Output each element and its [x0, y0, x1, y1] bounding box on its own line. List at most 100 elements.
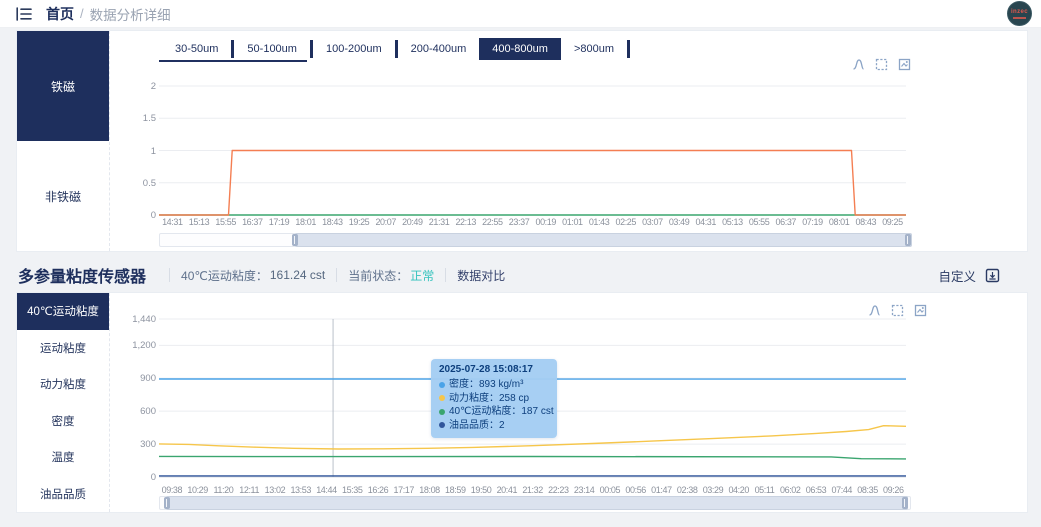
tab-200-400um[interactable]: 200-400um: [398, 38, 480, 60]
datazoom-handle-left[interactable]: [164, 497, 170, 509]
save-image-icon[interactable]: [898, 58, 911, 71]
viscosity-chart-area: 1,440 1,200 900 600 300 0 09:38 10:29 11:20 12:1…: [110, 293, 1027, 512]
chart-toolbox: [868, 304, 927, 317]
x-tick-label: 00:05: [599, 485, 621, 495]
chart-toolbox: [852, 58, 911, 71]
viscosity-40c-dot: [439, 408, 445, 415]
datazoom-slider[interactable]: [159, 233, 912, 247]
tooltip-row: 密度： 893 kg/m³: [439, 378, 549, 392]
sidebar-item-nonferromagnetic[interactable]: 非铁磁: [17, 141, 109, 251]
viscosity-label: 40℃运动粘度：: [181, 268, 268, 283]
y-tick-label: 0.5: [142, 177, 156, 189]
x-tick-label: 00:19: [535, 217, 556, 227]
y-tick-label: 2: [150, 81, 156, 92]
x-tick-label: 17:19: [268, 217, 290, 227]
x-tick-label: 18:01: [295, 217, 316, 227]
sensor-section-header: 多参量粘度传感器 40℃运动粘度： 161.24 cst 当前状态： 正常 数据…: [16, 262, 1028, 288]
user-avatar[interactable]: inzec: [1007, 1, 1032, 26]
x-tick-label: 09:38: [161, 485, 183, 495]
menu-fold-icon[interactable]: [16, 6, 32, 21]
data-compare-link[interactable]: 数据对比: [457, 267, 505, 284]
y-tick-label: 1,200: [132, 340, 156, 352]
x-tick-label: 05:55: [748, 217, 770, 227]
density-dot: [439, 381, 445, 388]
tab-30-50um[interactable]: 30-50um: [162, 38, 231, 60]
x-tick-label: 08:35: [857, 485, 878, 495]
x-tick-label: 20:49: [402, 217, 423, 227]
curve-icon[interactable]: [852, 58, 865, 71]
box-select-icon[interactable]: [875, 58, 888, 71]
avatar-text: inzec: [1010, 8, 1028, 15]
x-tick-label: 12:11: [239, 485, 260, 495]
chart-tooltip: 2025-07-28 15:08:17 密度： 893 kg/m³ 动力粘度： 25…: [431, 359, 557, 438]
sidebar-item-oil-quality[interactable]: 油品品质: [17, 475, 109, 512]
divider: [336, 268, 338, 282]
datazoom-window[interactable]: [295, 233, 912, 247]
y-tick-label: 900: [140, 373, 156, 385]
x-tick-label: 18:59: [445, 485, 466, 495]
x-tick-label: 06:02: [779, 485, 801, 495]
tooltip-row: 油品品质： 2: [439, 419, 549, 433]
particle-chart-area: 30-50um 50-100um 100-200um 200-400um 400…: [110, 31, 1027, 251]
datazoom-window[interactable]: [166, 496, 908, 510]
x-tick-label: 19:25: [348, 217, 370, 227]
tab-gt800um[interactable]: >800um: [561, 38, 627, 60]
x-tick-label: 23:37: [508, 217, 530, 227]
breadcrumb-separator: /: [80, 6, 84, 21]
curve-icon[interactable]: [868, 304, 881, 317]
x-tick-label: 21:32: [522, 485, 543, 495]
sidebar-item-density[interactable]: 密度: [17, 402, 109, 439]
breadcrumb-home[interactable]: 首页: [46, 4, 74, 24]
custom-label: 自定义: [938, 269, 976, 284]
tab-100-200um[interactable]: 100-200um: [313, 38, 395, 60]
x-tick-label: 11:20: [213, 485, 234, 495]
y-axis-ticks: 2 1.5 1 0.5 0: [116, 81, 156, 221]
y-tick-label: 1.5: [142, 113, 156, 125]
x-tick-label: 20:07: [375, 217, 396, 227]
particle-panel: 铁磁 非铁磁 30-50um 50-100um 100-200um 200-40…: [16, 30, 1028, 252]
datazoom-slider[interactable]: [159, 496, 911, 510]
x-tick-label: 13:02: [264, 485, 286, 495]
x-tick-label: 08:43: [855, 217, 877, 227]
datazoom-handle-right[interactable]: [902, 497, 908, 509]
x-tick-label: 07:44: [831, 485, 853, 495]
save-image-icon[interactable]: [914, 304, 927, 317]
x-tick-label: 06:53: [805, 485, 827, 495]
status-badge: 正常: [410, 268, 435, 283]
sidebar-item-temperature[interactable]: 温度: [17, 439, 109, 476]
x-tick-label: 09:26: [883, 485, 904, 495]
sidebar-item-40c-viscosity[interactable]: 40℃运动粘度: [17, 293, 109, 330]
viscosity-sidebar: 40℃运动粘度 运动粘度 动力粘度 密度 温度 油品品质: [17, 293, 110, 512]
x-axis-labels: 09:38 10:29 11:20 12:11 13:02 13:53 14:44 15:35…: [159, 485, 906, 495]
sidebar-item-dynamic-viscosity[interactable]: 动力粘度: [17, 366, 109, 403]
x-tick-label: 15:55: [215, 217, 236, 227]
x-tick-label: 16:37: [242, 217, 263, 227]
x-tick-label: 18:43: [322, 217, 343, 227]
dynamic-viscosity-dot: [439, 395, 445, 402]
particle-line-chart[interactable]: [159, 85, 906, 216]
x-tick-label: 13:53: [290, 485, 311, 495]
x-tick-label: 05:11: [754, 485, 775, 495]
x-axis-labels: 14:31 15:13 15:55 16:37 17:19 18:01 18:43 19:25…: [159, 217, 906, 227]
sidebar-item-kinematic-viscosity[interactable]: 运动粘度: [17, 329, 109, 366]
box-select-icon[interactable]: [891, 304, 904, 317]
size-range-tabs: 30-50um 50-100um 100-200um 200-400um 400…: [162, 38, 630, 60]
x-tick-label: 22:23: [548, 485, 569, 495]
x-tick-label: 02:38: [676, 485, 698, 495]
x-tick-label: 22:13: [455, 217, 476, 227]
tab-50-100um[interactable]: 50-100um: [234, 38, 310, 60]
status-label: 当前状态：: [348, 268, 409, 283]
y-tick-label: 600: [140, 406, 156, 418]
x-tick-label: 02:25: [615, 217, 637, 227]
particle-sidebar: 铁磁 非铁磁: [17, 31, 110, 251]
export-box-icon: [985, 268, 1000, 282]
x-tick-label: 01:01: [562, 217, 583, 227]
x-tick-label: 17:17: [393, 485, 415, 495]
tab-400-800um[interactable]: 400-800um: [479, 38, 561, 60]
datazoom-handle-right[interactable]: [905, 234, 911, 246]
divider: [169, 268, 171, 282]
custom-range-button[interactable]: 自定义: [938, 266, 1000, 285]
sidebar-item-ferromagnetic[interactable]: 铁磁: [17, 31, 109, 141]
x-tick-label: 00:56: [625, 485, 646, 495]
datazoom-handle-left[interactable]: [292, 234, 298, 246]
